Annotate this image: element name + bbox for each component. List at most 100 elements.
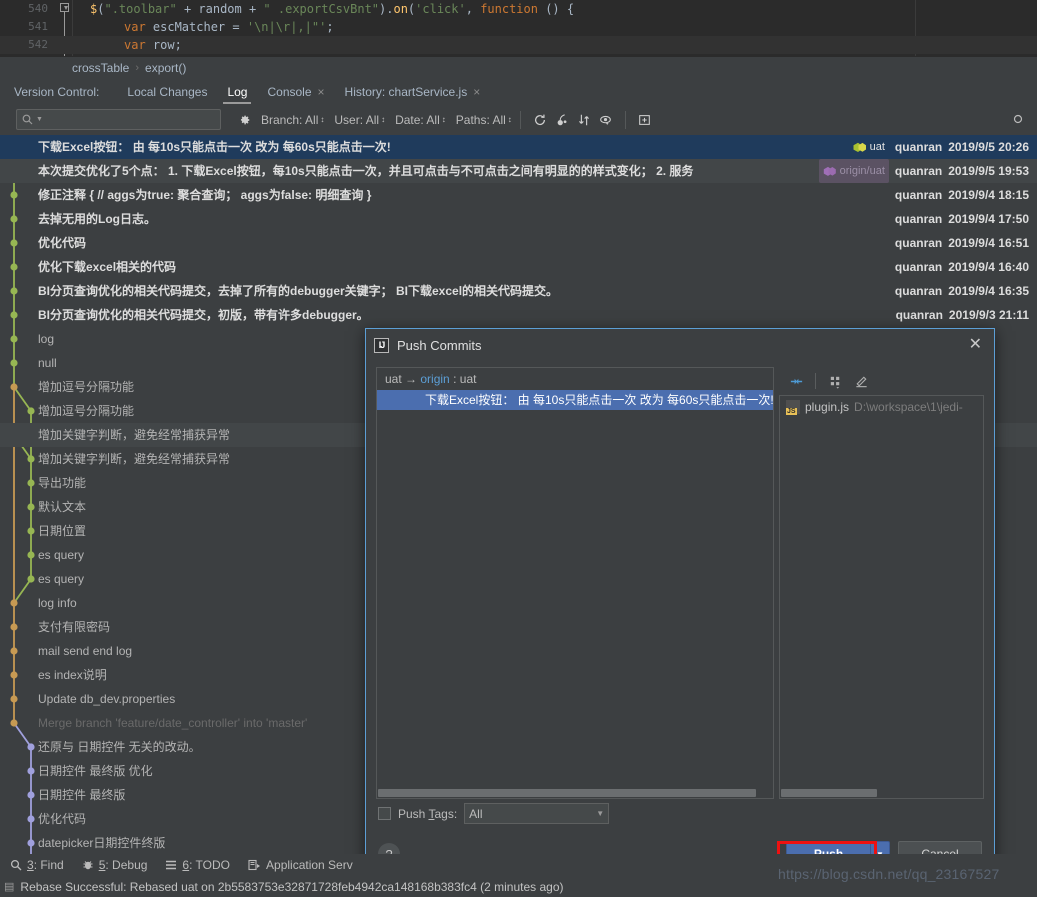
push-commit-row[interactable]: 下载Excel按钮： 由 每10s只能点击一次 改为 每60s只能点击一次! bbox=[377, 390, 773, 410]
dialog-titlebar[interactable]: IJ Push Commits ✕ bbox=[366, 329, 994, 361]
commit-subject: BI分页查询优化的相关代码提交，去掉了所有的debugger关键字； BI下载e… bbox=[38, 284, 559, 298]
close-icon[interactable]: × bbox=[318, 86, 325, 98]
tab-console[interactable]: Console × bbox=[257, 79, 334, 104]
log-filter-toolbar[interactable]: ▼ Branch: All ↕ User: All ↕ Date: All ↕ Paths:… bbox=[0, 104, 1037, 135]
graph-cell bbox=[0, 783, 32, 807]
close-icon[interactable]: ✕ bbox=[965, 337, 986, 353]
tool-button-find[interactable]: 3: Find bbox=[10, 858, 64, 872]
updown-icon: ↕ bbox=[507, 114, 512, 124]
editor-code: var escMatcher = '\n|\r|,|"'; bbox=[124, 20, 334, 34]
filter-branch[interactable]: Branch: All ↕ bbox=[261, 113, 324, 127]
filter-paths[interactable]: Paths: All ↕ bbox=[456, 113, 512, 127]
graph-cell bbox=[0, 495, 32, 519]
branch-ref-label: uat bbox=[869, 141, 885, 153]
commit-meta: quanran 2019/9/3 21:11 bbox=[896, 303, 1037, 327]
gear-icon[interactable] bbox=[237, 113, 251, 127]
version-control-label: Version Control: bbox=[14, 84, 100, 99]
table-row[interactable]: 优化代码 quanran 2019/9/4 16:51 bbox=[0, 231, 1037, 255]
edit-icon[interactable] bbox=[850, 370, 872, 392]
eye-icon[interactable] bbox=[595, 109, 617, 131]
commit-meta: origin/uat quanran 2019/9/5 19:53 bbox=[818, 159, 1037, 183]
breadcrumb-separator-icon: › bbox=[135, 62, 140, 74]
filter-date[interactable]: Date: All ↕ bbox=[395, 113, 446, 127]
cherry-pick-icon[interactable] bbox=[551, 109, 573, 131]
tool-button-debug[interactable]: 5: Debug bbox=[82, 858, 147, 872]
sort-icon[interactable] bbox=[573, 109, 595, 131]
search-dropdown-icon[interactable]: ▼ bbox=[36, 116, 43, 123]
table-row[interactable]: BI分页查询优化的相关代码提交，初版，带有许多debugger。 quanran 2… bbox=[0, 303, 1037, 327]
commit-date: 2019/9/4 18:15 bbox=[948, 188, 1029, 202]
push-tree-panel[interactable]: uat → origin : uat 下载Excel按钮： 由 每10s只能点击… bbox=[376, 367, 774, 799]
search-input[interactable]: ▼ bbox=[16, 109, 221, 130]
table-row[interactable]: 下载Excel按钮： 由 每10s只能点击一次 改为 每60s只能点击一次! ua… bbox=[0, 135, 1037, 159]
commit-meta: quanran 2019/9/4 18:15 bbox=[895, 183, 1037, 207]
graph-cell bbox=[0, 831, 32, 854]
graph-cell bbox=[0, 423, 32, 447]
push-colon: : bbox=[453, 372, 457, 386]
line-number: 541 bbox=[28, 20, 48, 33]
branch-ref-label: origin/uat bbox=[839, 165, 885, 177]
editor-code: var row; bbox=[124, 38, 182, 52]
filter-overflow-icon[interactable] bbox=[1013, 114, 1031, 126]
table-row[interactable]: BI分页查询优化的相关代码提交，去掉了所有的debugger关键字； BI下载e… bbox=[0, 279, 1037, 303]
commit-author: quanran bbox=[894, 188, 943, 202]
breadcrumb[interactable]: crossTable › export() bbox=[0, 56, 1037, 79]
tool-button-todo[interactable]: 6: TODO bbox=[165, 858, 230, 872]
file-path: D:\workspace\1\jedi- bbox=[854, 400, 963, 414]
table-row[interactable]: 修正注释 { // aggs为true: 聚合查询； aggs为false: 明… bbox=[0, 183, 1037, 207]
tool-button-application-server[interactable]: Application Serv bbox=[248, 858, 353, 872]
code-editor[interactable]: 540 $(".toolbar" + random + " .exportCsvB… bbox=[0, 0, 1037, 56]
breadcrumb-item-method[interactable]: export() bbox=[145, 61, 186, 75]
editor-line[interactable]: 542 var row; bbox=[0, 36, 1037, 54]
editor-line[interactable]: 540 $(".toolbar" + random + " .exportCsvB… bbox=[0, 0, 1037, 18]
graph-cell bbox=[0, 663, 32, 687]
push-target-row[interactable]: uat → origin : uat bbox=[377, 368, 773, 390]
table-row[interactable]: 去掉无用的Log日志。 quanran 2019/9/4 17:50 bbox=[0, 207, 1037, 231]
commit-meta: quanran 2019/9/4 17:50 bbox=[895, 207, 1037, 231]
commit-subject: 优化代码 bbox=[38, 236, 87, 250]
commit-date: 2019/9/4 16:40 bbox=[948, 260, 1029, 274]
refresh-icon[interactable] bbox=[529, 109, 551, 131]
updown-icon: ↕ bbox=[320, 114, 325, 124]
push-commits-dialog[interactable]: IJ Push Commits ✕ uat → origin : uat 下载E… bbox=[365, 328, 995, 880]
editor-line[interactable]: 541 var escMatcher = '\n|\r|,|"'; bbox=[0, 18, 1037, 36]
group-by-icon[interactable] bbox=[824, 370, 846, 392]
list-item[interactable]: plugin.js D:\workspace\1\jedi- bbox=[780, 396, 983, 418]
breadcrumb-item-class[interactable]: crossTable bbox=[72, 61, 129, 75]
files-toolbar[interactable] bbox=[779, 367, 984, 395]
changed-files-panel[interactable]: plugin.js D:\workspace\1\jedi- bbox=[779, 367, 984, 799]
watermark-text: https://blog.csdn.net/qq_23167527 bbox=[778, 866, 1000, 882]
filter-label: User: All bbox=[334, 112, 380, 127]
tab-local-changes[interactable]: Local Changes bbox=[117, 79, 217, 104]
files-toolbar-separator bbox=[815, 373, 816, 389]
push-tags-checkbox[interactable] bbox=[378, 807, 391, 820]
tree-hscrollbar[interactable] bbox=[378, 789, 772, 797]
commit-meta: quanran 2019/9/4 16:51 bbox=[895, 231, 1037, 255]
branch-ref-tag[interactable]: uat bbox=[849, 135, 889, 159]
files-hscrollbar[interactable] bbox=[781, 789, 982, 797]
new-window-icon[interactable] bbox=[634, 109, 656, 131]
push-target-branch[interactable]: uat bbox=[460, 372, 477, 386]
graph-cell bbox=[0, 687, 32, 711]
push-tags-select[interactable]: All ▼ bbox=[464, 803, 610, 824]
bug-icon bbox=[83, 861, 93, 870]
tab-label: Local Changes bbox=[127, 84, 208, 99]
commit-date: 2019/9/3 21:11 bbox=[948, 308, 1029, 322]
close-icon[interactable]: × bbox=[473, 86, 480, 98]
version-control-tabbar[interactable]: Version Control: Local Changes Log Console… bbox=[0, 79, 1037, 104]
push-remote-name[interactable]: origin bbox=[420, 372, 449, 386]
line-number: 542 bbox=[28, 38, 48, 51]
table-row[interactable]: 优化下载excel相关的代码 quanran 2019/9/4 16:40 bbox=[0, 255, 1037, 279]
tab-log[interactable]: Log bbox=[217, 79, 257, 104]
push-tags-row[interactable]: Push Tags: All ▼ bbox=[378, 803, 610, 824]
expand-collapse-icon[interactable] bbox=[785, 370, 807, 392]
status-message: Rebase Successful: Rebased uat on 2b5583… bbox=[20, 879, 564, 894]
branch-ref-tag[interactable]: origin/uat bbox=[818, 159, 889, 183]
files-list[interactable]: plugin.js D:\workspace\1\jedi- bbox=[779, 395, 984, 799]
table-row[interactable]: 本次提交优化了5个点： 1. 下载Excel按钮，每10s只能点击一次，并且可点… bbox=[0, 159, 1037, 183]
graph-cell bbox=[0, 447, 32, 471]
push-tags-value: All bbox=[469, 806, 483, 821]
server-icon bbox=[248, 859, 261, 871]
tab-history-chartservice-js[interactable]: History: chartService.js × bbox=[335, 79, 491, 104]
filter-user[interactable]: User: All ↕ bbox=[334, 113, 385, 127]
